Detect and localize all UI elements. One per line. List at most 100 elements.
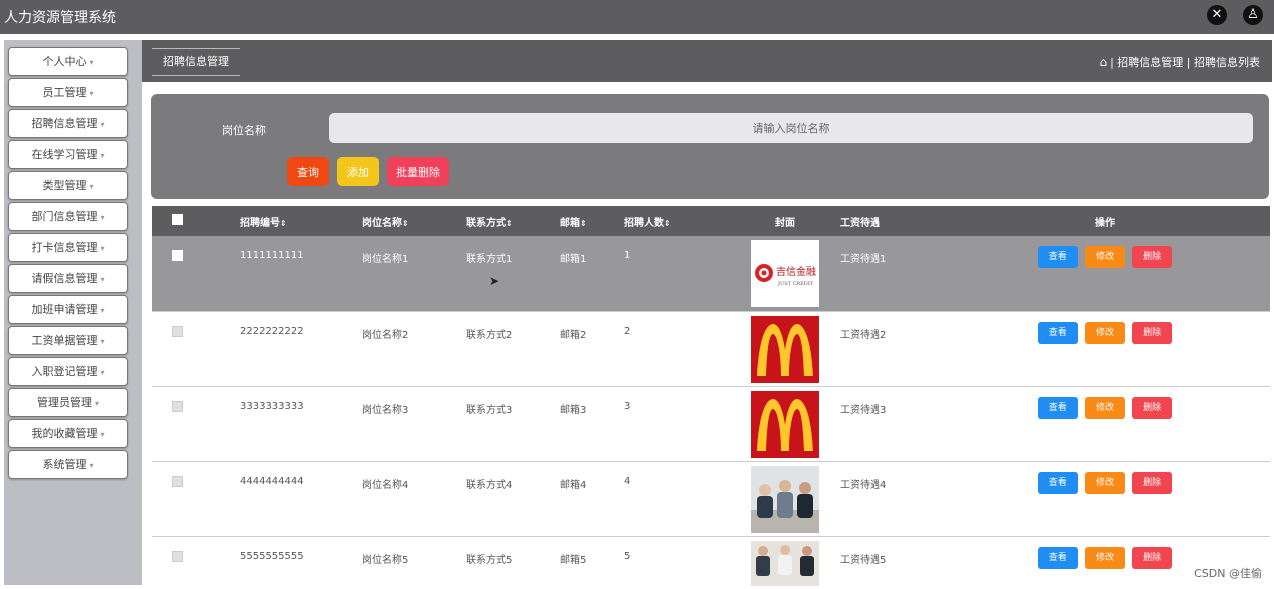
- jixin-cn-text: 吉信金融: [776, 265, 816, 278]
- sidebar-item-attendance[interactable]: 打卡信息管理 ▾: [8, 233, 128, 262]
- cell-count: 4: [624, 475, 631, 487]
- cell-salary: 工资待遇5: [840, 554, 887, 566]
- cell-position: 岗位名称1: [362, 254, 409, 265]
- row-checkbox[interactable]: [172, 400, 183, 412]
- header-position[interactable]: 岗位名称⇕: [362, 206, 466, 236]
- sidebar-item-departments[interactable]: 部门信息管理 ▾: [8, 202, 128, 231]
- recruitment-table: 招聘编号⇕ 岗位名称⇕ 联系方式⇕ 邮箱⇕ 招聘人数⇕ 封面 工资待遇 操作 1…: [152, 206, 1270, 586]
- sidebar-item-label: 个人中心: [42, 55, 87, 68]
- table-row[interactable]: 1111111111 岗位名称1 联系方式1 邮箱1 1 吉信金融 JUST C…: [152, 236, 1270, 311]
- view-button[interactable]: 查看: [1037, 546, 1078, 569]
- edit-button[interactable]: 修改: [1085, 321, 1125, 344]
- cell-salary: 工资待遇2: [840, 329, 887, 341]
- chevron-down-icon: ▾: [89, 58, 94, 67]
- position-name-input[interactable]: [329, 113, 1253, 143]
- sort-icon: ⇕: [402, 218, 409, 228]
- breadcrumb: ⌂ | 招聘信息管理 | 招聘信息列表: [1099, 54, 1260, 70]
- header-contact[interactable]: 联系方式⇕: [466, 206, 560, 236]
- row-checkbox[interactable]: [172, 475, 183, 487]
- sidebar-item-label: 工资单据管理: [31, 334, 98, 347]
- home-icon[interactable]: ⌂: [1099, 55, 1107, 69]
- mcdonalds-logo-image: [751, 315, 819, 383]
- chevron-down-icon: ▾: [89, 89, 94, 98]
- sidebar-item-recruitment[interactable]: 招聘信息管理 ▾: [8, 109, 128, 138]
- cell-email: 邮箱5: [560, 554, 587, 566]
- chevron-down-icon: ▾: [100, 368, 105, 377]
- top-bar: 人力资源管理系统 ✕ ♙: [0, 0, 1274, 34]
- watermark: CSDN @佳偷: [1194, 567, 1262, 580]
- sidebar-item-types[interactable]: 类型管理 ▾: [8, 171, 128, 200]
- view-button[interactable]: 查看: [1037, 396, 1078, 419]
- sidebar-item-onboarding[interactable]: 入职登记管理 ▾: [8, 357, 128, 386]
- select-all-checkbox[interactable]: [172, 214, 183, 225]
- meeting-photo: [751, 540, 819, 586]
- sidebar-item-label: 系统管理: [42, 458, 87, 471]
- jixin-logo-image: 吉信金融 JUST CREDIT: [751, 240, 819, 307]
- table-row[interactable]: 3333333333 岗位名称3 联系方式3 邮箱3 3 工资待遇3 查看 修改…: [152, 386, 1270, 461]
- table-header-row: 招聘编号⇕ 岗位名称⇕ 联系方式⇕ 邮箱⇕ 招聘人数⇕ 封面 工资待遇 操作: [152, 206, 1270, 236]
- mouse-cursor-icon: ➤: [489, 274, 500, 288]
- table-row[interactable]: 4444444444 岗位名称4 联系方式4 邮箱4 4 工资待遇4 查看 修改…: [152, 461, 1270, 536]
- delete-button[interactable]: 删除: [1132, 321, 1173, 344]
- cell-contact: 联系方式4: [466, 479, 513, 491]
- jixin-en-text: JUST CREDIT: [777, 281, 814, 287]
- header-count[interactable]: 招聘人数⇕: [624, 206, 730, 236]
- sidebar-item-employees[interactable]: 员工管理 ▾: [8, 78, 128, 107]
- edit-button[interactable]: 修改: [1085, 396, 1125, 419]
- view-button[interactable]: 查看: [1037, 246, 1078, 268]
- sidebar-item-overtime[interactable]: 加班申请管理 ▾: [8, 295, 128, 324]
- chevron-down-icon: ▾: [89, 461, 94, 470]
- user-icon[interactable]: ♙: [1243, 5, 1263, 25]
- edit-button[interactable]: 修改: [1085, 246, 1125, 268]
- cell-contact: 联系方式5: [466, 554, 513, 566]
- chevron-down-icon: ▾: [89, 182, 94, 191]
- cell-code: 5555555555: [240, 550, 304, 562]
- app-title: 人力资源管理系统: [4, 10, 116, 26]
- chevron-down-icon: ▾: [100, 337, 105, 346]
- sidebar-item-favorites[interactable]: 我的收藏管理 ▾: [8, 419, 128, 448]
- query-button[interactable]: 查询: [287, 157, 329, 186]
- cell-contact: 联系方式1: [466, 254, 513, 265]
- header-email[interactable]: 邮箱⇕: [560, 206, 624, 236]
- add-button[interactable]: 添加: [337, 157, 379, 186]
- sidebar-item-personal-center[interactable]: 个人中心 ▾: [8, 47, 128, 76]
- sidebar-item-label: 部门信息管理: [31, 210, 98, 223]
- row-checkbox[interactable]: [172, 250, 183, 261]
- sidebar-item-label: 管理员管理: [36, 396, 92, 409]
- sidebar-item-admins[interactable]: 管理员管理 ▾: [8, 388, 128, 417]
- delete-button[interactable]: 删除: [1132, 546, 1173, 569]
- cell-code: 3333333333: [240, 400, 304, 412]
- chevron-down-icon: ▾: [94, 399, 99, 408]
- fullscreen-icon[interactable]: ✕: [1207, 5, 1227, 25]
- edit-button[interactable]: 修改: [1085, 546, 1125, 569]
- cell-code: 1111111111: [240, 250, 304, 261]
- table-row[interactable]: 5555555555 岗位名称5 联系方式5 邮箱5 5 工资待遇5 查看 修改…: [152, 536, 1270, 586]
- edit-button[interactable]: 修改: [1085, 471, 1125, 494]
- cell-count: 5: [624, 550, 631, 562]
- row-checkbox[interactable]: [172, 550, 183, 562]
- tab-recruitment[interactable]: 招聘信息管理: [152, 48, 240, 76]
- chevron-down-icon: ▾: [100, 275, 105, 284]
- sidebar-item-system[interactable]: 系统管理 ▾: [8, 450, 128, 479]
- cell-code: 2222222222: [240, 325, 304, 337]
- cell-position: 岗位名称2: [362, 329, 409, 341]
- batch-delete-button[interactable]: 批量删除: [387, 157, 449, 186]
- header-code[interactable]: 招聘编号⇕: [240, 206, 362, 236]
- cell-email: 邮箱4: [560, 479, 587, 491]
- table-row[interactable]: 2222222222 岗位名称2 联系方式2 邮箱2 2 工资待遇2 查看 修改…: [152, 311, 1270, 386]
- delete-button[interactable]: 删除: [1132, 396, 1173, 419]
- sidebar-item-leave[interactable]: 请假信息管理 ▾: [8, 264, 128, 293]
- delete-button[interactable]: 删除: [1132, 471, 1173, 494]
- header-salary: 工资待遇: [840, 217, 880, 229]
- row-checkbox[interactable]: [172, 325, 183, 337]
- sidebar-item-online-learning[interactable]: 在线学习管理 ▾: [8, 140, 128, 169]
- business-people-photo: [751, 465, 819, 533]
- view-button[interactable]: 查看: [1037, 321, 1078, 344]
- sidebar: 个人中心 ▾ 员工管理 ▾ 招聘信息管理 ▾ 在线学习管理 ▾ 类型管理 ▾ 部门信息管理…: [4, 40, 142, 585]
- cell-position: 岗位名称4: [362, 479, 409, 491]
- cell-salary: 工资待遇1: [840, 254, 887, 265]
- sidebar-item-label: 员工管理: [42, 86, 87, 99]
- view-button[interactable]: 查看: [1037, 471, 1078, 494]
- delete-button[interactable]: 删除: [1132, 246, 1173, 268]
- sidebar-item-payroll[interactable]: 工资单据管理 ▾: [8, 326, 128, 355]
